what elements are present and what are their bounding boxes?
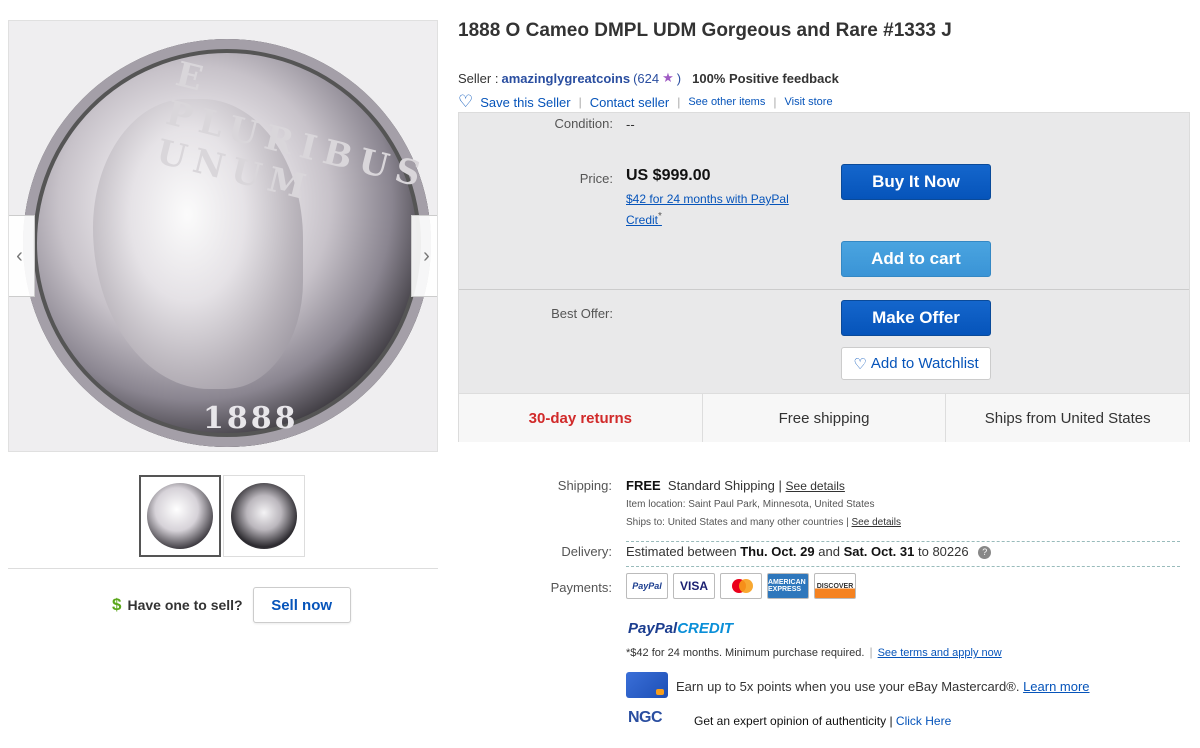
save-seller-link[interactable]: Save this Seller xyxy=(480,95,570,110)
price-label: Price: xyxy=(579,171,613,186)
positive-feedback: 100% Positive feedback xyxy=(692,70,839,86)
seller-name-link[interactable]: amazinglygreatcoins xyxy=(501,71,630,86)
sell-question: Have one to sell? xyxy=(127,597,243,613)
paypal-credit-note: *$42 for 24 months. Minimum purchase req… xyxy=(626,645,1002,659)
thumbnail-obverse-image xyxy=(147,483,213,549)
shipping-method: Standard Shipping xyxy=(667,478,775,493)
ships-to: Ships to: United States and many other c… xyxy=(626,517,901,528)
add-to-cart-button[interactable]: Add to cart xyxy=(841,241,991,277)
credit-offer-text: $42 for 24 months with PayPal Credit xyxy=(626,192,789,227)
divider xyxy=(626,541,1180,542)
paypal-credit-logo-b: CREDIT xyxy=(677,620,734,637)
payments-label: Payments: xyxy=(550,580,612,595)
contact-seller-link[interactable]: Contact seller xyxy=(590,95,669,110)
add-to-watchlist-button[interactable]: ♡ Add to Watchlist xyxy=(841,347,991,380)
price-value: US $999.00 xyxy=(626,167,711,184)
paypal-credit-logo-a: PayPal xyxy=(628,620,678,637)
sell-one-row: $ Have one to sell? Sell now xyxy=(112,587,351,623)
condition-value: -- xyxy=(626,117,635,132)
seller-score-close: ) xyxy=(676,70,682,86)
next-image-button[interactable]: › xyxy=(411,215,437,297)
see-other-items-link[interactable]: See other items xyxy=(688,96,765,108)
ships-to-text: Ships to: United States and many other c… xyxy=(626,517,844,528)
delivery-end: Sat. Oct. 31 xyxy=(843,544,915,559)
thumbnail-strip xyxy=(139,475,305,557)
seller-links: ♡ Save this Seller | Contact seller | Se… xyxy=(458,92,833,112)
seller-score[interactable]: (624 xyxy=(633,71,659,86)
help-icon[interactable]: ? xyxy=(978,546,992,560)
feedback-star-icon: ★ xyxy=(662,70,674,85)
heart-icon: ♡ xyxy=(853,355,867,373)
heart-icon[interactable]: ♡ xyxy=(458,92,473,112)
best-offer-label: Best Offer: xyxy=(551,306,613,321)
paypal-icon: PayPal xyxy=(626,573,668,599)
ebay-mastercard-icon xyxy=(626,672,668,698)
item-title: 1888 O Cameo DMPL UDM Gorgeous and Rare … xyxy=(458,20,952,41)
returns-highlight: 30-day returns xyxy=(459,394,703,442)
divider xyxy=(626,566,1180,567)
watchlist-label: Add to Watchlist xyxy=(870,355,979,372)
mastercard-promo-text: Earn up to 5x points when you use your e… xyxy=(676,679,1020,694)
thumbnail-reverse-image xyxy=(231,483,297,549)
delivery-estimate: Estimated between Thu. Oct. 29 and Sat. … xyxy=(626,544,992,560)
separator: | xyxy=(869,645,873,659)
free-shipping-highlight: Free shipping xyxy=(703,394,947,442)
ngc-promo: Get an expert opinion of authenticity | … xyxy=(694,714,951,728)
ships-to-see-details-link[interactable]: See details xyxy=(852,517,901,528)
chevron-left-icon: ‹ xyxy=(16,244,23,267)
ships-from-highlight: Ships from United States xyxy=(984,409,1151,427)
dollar-icon: $ xyxy=(112,595,122,614)
payment-methods: PayPal VISA AMERICAN EXPRESS DISCOVER xyxy=(626,573,856,599)
divider xyxy=(8,568,438,569)
ngc-click-here-link[interactable]: Click Here xyxy=(896,714,951,728)
shipping-free: FREE xyxy=(626,478,661,493)
sell-now-button[interactable]: Sell now xyxy=(252,587,351,623)
see-terms-link[interactable]: See terms and apply now xyxy=(878,647,1002,659)
paypal-credit-note-text: *$42 for 24 months. Minimum purchase req… xyxy=(626,647,865,659)
main-item-image[interactable]: E PLURIBUS UNUM 1888 ‹ › xyxy=(8,20,438,452)
seller-info: Seller : amazinglygreatcoins (624 ★ ) 10… xyxy=(458,70,839,86)
seller-label: Seller : xyxy=(458,70,499,86)
credit-mark: * xyxy=(658,211,662,222)
visit-store-link[interactable]: Visit store xyxy=(784,96,832,108)
discover-icon: DISCOVER xyxy=(814,573,856,599)
delivery-and: and xyxy=(818,544,840,559)
separator: | xyxy=(778,478,782,493)
coin-year-text: 1888 xyxy=(203,401,299,436)
visa-icon: VISA xyxy=(673,573,715,599)
paypal-credit-logo: PayPalCREDIT xyxy=(628,620,733,637)
delivery-prefix: Estimated between xyxy=(626,544,737,559)
buy-it-now-button[interactable]: Buy It Now xyxy=(841,164,991,200)
amex-icon: AMERICAN EXPRESS xyxy=(767,573,809,599)
paypal-credit-offer-link[interactable]: $42 for 24 months with PayPal Credit* xyxy=(626,191,816,229)
delivery-start: Thu. Oct. 29 xyxy=(740,544,815,559)
highlights-strip: 30-day returns Free shipping Ships from … xyxy=(459,393,1189,442)
learn-more-link[interactable]: Learn more xyxy=(1023,679,1089,694)
ngc-logo: NGC xyxy=(628,709,663,726)
shipping-info: FREE Standard Shipping | See details xyxy=(626,478,845,493)
thumbnail-reverse[interactable] xyxy=(223,475,305,557)
mastercard-promo: Earn up to 5x points when you use your e… xyxy=(676,679,1090,694)
shipping-label: Shipping: xyxy=(557,478,612,493)
condition-label: Condition: xyxy=(554,116,613,131)
divider xyxy=(459,289,1189,290)
make-offer-button[interactable]: Make Offer xyxy=(841,300,991,336)
separator: | xyxy=(677,95,681,109)
delivery-label: Delivery: xyxy=(561,544,612,559)
coin-obverse-image: E PLURIBUS UNUM 1888 xyxy=(23,39,432,447)
ngc-promo-text: Get an expert opinion of authenticity | xyxy=(694,714,893,728)
separator: | xyxy=(773,95,777,109)
thumbnail-obverse[interactable] xyxy=(139,475,221,557)
shipping-see-details-link[interactable]: See details xyxy=(786,479,845,493)
purchase-panel: Condition: -- Price: US $999.00 $42 for … xyxy=(458,112,1190,442)
mastercard-icon xyxy=(720,573,762,599)
separator: | xyxy=(578,95,582,109)
separator: | xyxy=(846,517,849,528)
chevron-right-icon: › xyxy=(423,244,430,267)
item-location: Item location: Saint Paul Park, Minnesot… xyxy=(626,499,875,510)
prev-image-button[interactable]: ‹ xyxy=(9,215,35,297)
delivery-suffix: to 80226 xyxy=(918,544,969,559)
